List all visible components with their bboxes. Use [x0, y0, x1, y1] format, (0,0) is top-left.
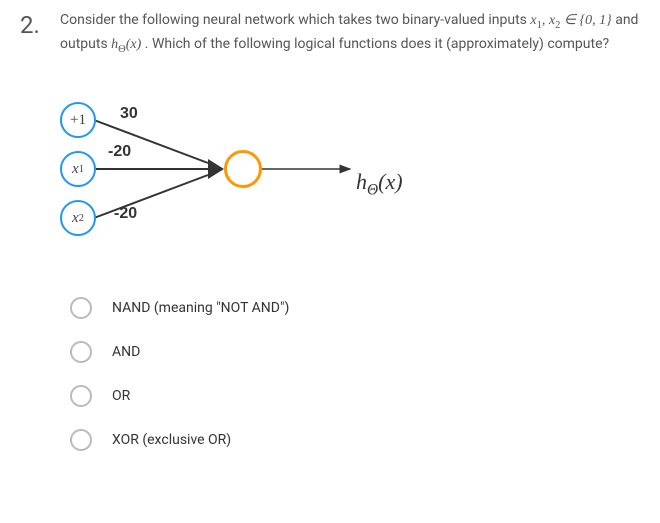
radio-icon[interactable] [70, 341, 92, 363]
question-number: 2. [20, 10, 48, 41]
option-nand[interactable]: NAND (meaning "NOT AND") [70, 297, 640, 319]
question-container: 2. Consider the following neural network… [20, 10, 640, 451]
network-diagram: +1 x1 x2 30 -20 -20 hΘ(x) [60, 97, 420, 267]
radio-icon[interactable] [70, 385, 92, 407]
question-fn: hΘ(x) [111, 37, 141, 52]
answer-options: NAND (meaning "NOT AND") AND OR XOR (exc… [70, 297, 640, 451]
question-prompt-pre: Consider the following neural network wh… [60, 12, 530, 28]
radio-icon[interactable] [70, 297, 92, 319]
weight-x1-label: -20 [108, 143, 131, 161]
question-vars: x1, x2 ∈ {0, 1} [530, 13, 611, 28]
option-label: XOR (exclusive OR) [112, 432, 231, 448]
node-output [224, 150, 262, 188]
weight-bias-label: 30 [120, 105, 138, 123]
output-function-label: hΘ(x) [356, 169, 403, 199]
option-label: OR [112, 388, 130, 404]
node-x1: x1 [60, 151, 96, 187]
option-xor[interactable]: XOR (exclusive OR) [70, 429, 640, 451]
node-x2: x2 [60, 200, 96, 236]
option-label: AND [112, 344, 140, 360]
question-body: Consider the following neural network wh… [60, 10, 640, 451]
option-or[interactable]: OR [70, 385, 640, 407]
node-bias: +1 [60, 102, 96, 138]
question-text: Consider the following neural network wh… [60, 10, 640, 57]
question-prompt-post: . Which of the following logical functio… [145, 36, 609, 52]
radio-icon[interactable] [70, 429, 92, 451]
option-and[interactable]: AND [70, 341, 640, 363]
option-label: NAND (meaning "NOT AND") [112, 300, 289, 316]
weight-x2-label: -20 [114, 205, 137, 223]
